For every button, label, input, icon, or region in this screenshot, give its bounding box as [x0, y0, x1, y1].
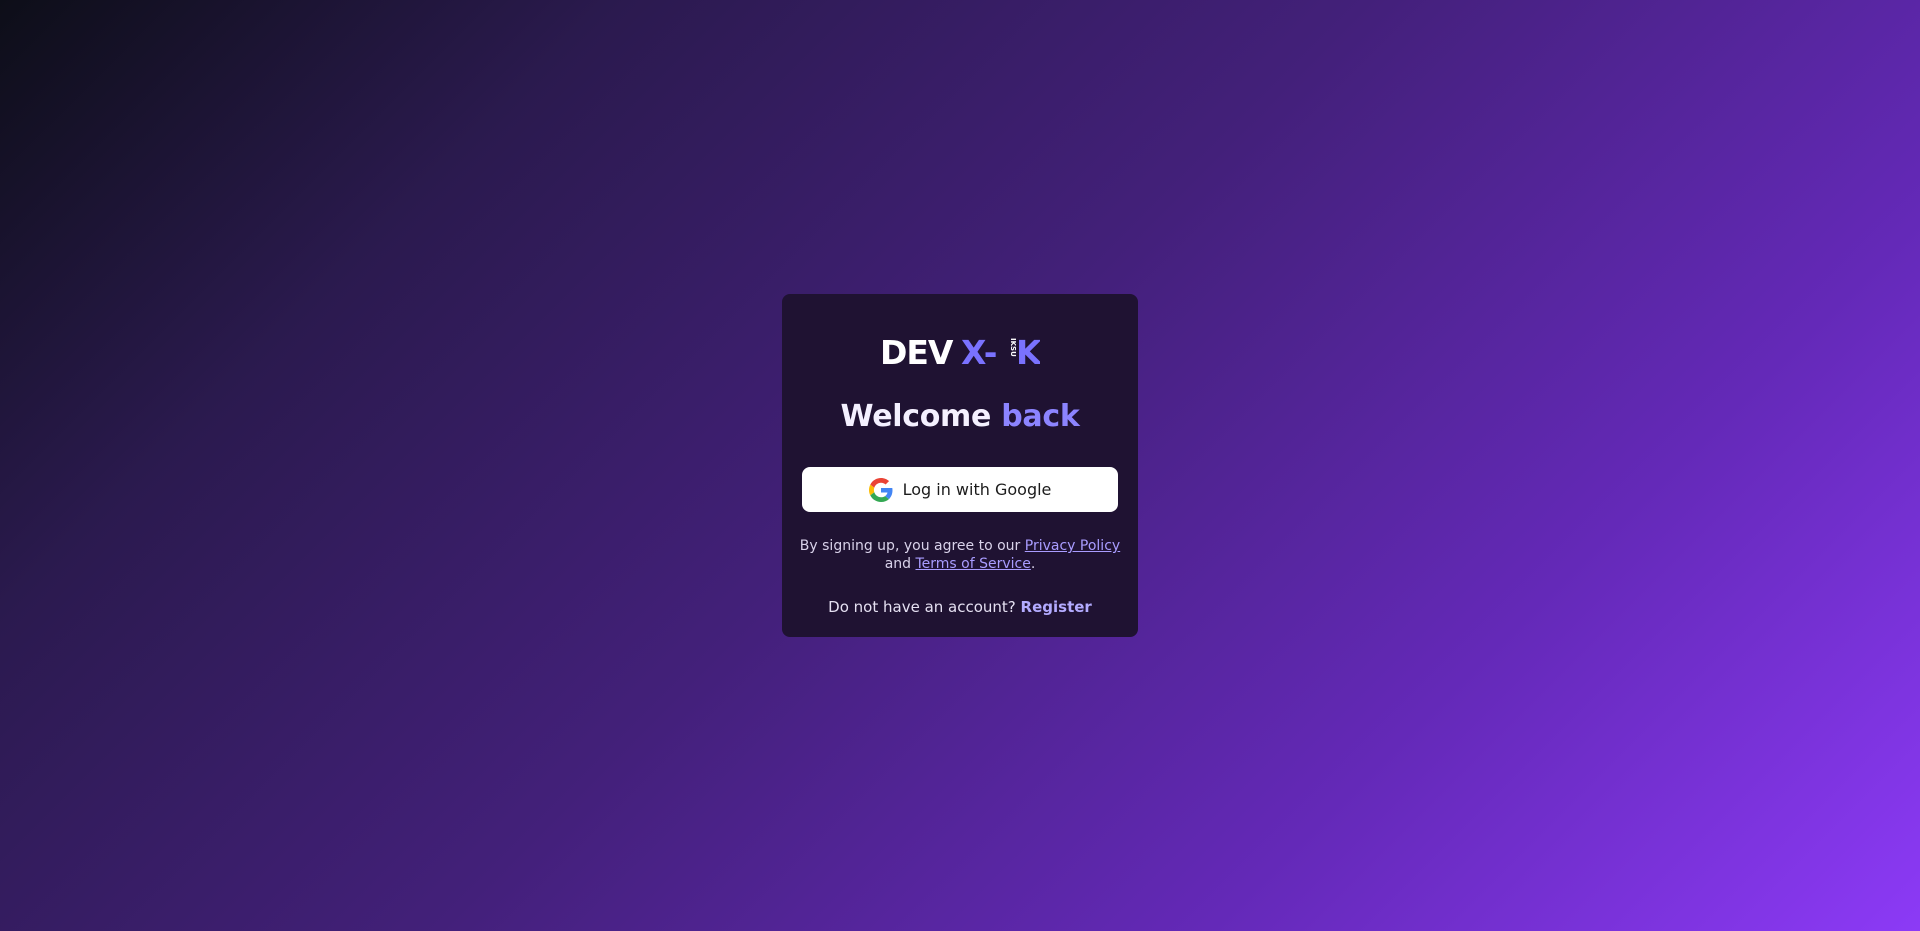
register-prompt-text: Do not have an account? — [828, 598, 1016, 616]
logo-text-x: X- — [961, 334, 997, 368]
legal-and: and — [884, 556, 912, 572]
terms-of-service-link[interactable]: Terms of Service — [915, 556, 1030, 572]
register-prompt: Do not have an account? Register — [782, 598, 1138, 616]
legal-prefix: By signing up, you agree to our — [799, 538, 1021, 554]
page-title: Welcome back — [782, 402, 1138, 432]
privacy-policy-link[interactable]: Privacy Policy — [1025, 538, 1120, 554]
legal-notice: By signing up, you agree to our Privacy … — [794, 537, 1126, 573]
title-accent: back — [1001, 399, 1080, 434]
google-g-icon — [868, 477, 893, 502]
google-login-button[interactable]: Log in with Google — [802, 467, 1118, 512]
google-login-label: Log in with Google — [902, 480, 1052, 499]
title-welcome: Welcome — [840, 399, 992, 434]
login-card: DEV X- IKSU K Welcome back Log in with G… — [782, 294, 1138, 637]
logo-text-k: K — [1016, 334, 1040, 368]
register-link[interactable]: Register — [1021, 598, 1092, 616]
devx-logo: DEV X- IKSU K — [880, 334, 1040, 368]
legal-suffix: . — [1030, 556, 1036, 572]
logo-text-dev: DEV — [880, 334, 954, 368]
